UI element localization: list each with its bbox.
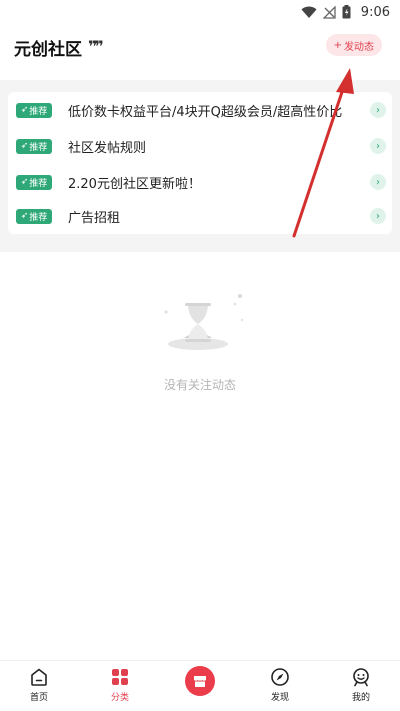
notice-card: ➶ 推荐 低价数卡权益平台/4块开Q超级会员/超高性价比 › ➶ 推荐 社区发帖规则… (8, 92, 392, 234)
chevron-right-icon[interactable]: › (370, 208, 386, 224)
rocket-icon: ➶ (20, 105, 29, 115)
nav-label: 分类 (110, 693, 129, 703)
home-icon (31, 668, 47, 686)
notice-item[interactable]: ➶ 推荐 2.20元创社区更新啦！ › (8, 164, 392, 200)
compass-icon (271, 668, 289, 686)
bottom-nav: 首页 分类 发现 我的 (0, 660, 400, 711)
notice-text: 社区发帖规则 (68, 140, 147, 156)
notice-text: 2.20元创社区更新啦！ (68, 176, 201, 192)
category-grid-icon (112, 669, 128, 685)
notice-item[interactable]: ➶ 推荐 社区发帖规则 › (8, 128, 392, 164)
nav-category[interactable]: 分类 (100, 667, 140, 709)
recommend-badge: ➶ 推荐 (16, 174, 52, 190)
status-time: 9:06 (360, 4, 390, 20)
rocket-icon: ➶ (20, 177, 29, 187)
plus-icon: + (333, 39, 342, 51)
nav-label: 首页 (29, 693, 48, 703)
notice-text: 广告招租 (68, 210, 121, 226)
recommend-badge: ➶ 推荐 (16, 138, 52, 154)
empty-state-text: 没有关注动态 (163, 378, 236, 392)
store-icon (194, 676, 206, 687)
chevron-right-icon[interactable]: › (370, 138, 386, 154)
chevron-right-icon[interactable]: › (370, 102, 386, 118)
nav-discover[interactable]: 发现 (260, 667, 300, 709)
notice-item[interactable]: ➶ 推荐 低价数卡权益平台/4块开Q超级会员/超高性价比 › (8, 92, 392, 128)
notice-item[interactable]: ➶ 推荐 广告招租 › (8, 198, 392, 234)
rocket-icon: ➶ (20, 141, 29, 151)
chevron-right-icon[interactable]: › (370, 174, 386, 190)
page-title: 元创社区 (14, 39, 82, 60)
notice-section: ➶ 推荐 低价数卡权益平台/4块开Q超级会员/超高性价比 › ➶ 推荐 社区发帖规则… (0, 80, 400, 252)
hourglass-empty-illustration (164, 294, 244, 350)
battery-icon (342, 5, 351, 19)
post-button[interactable]: + 发动态 (325, 34, 382, 56)
page-header: 元创社区 ❞❞ + 发动态 (0, 24, 400, 70)
wifi-icon (301, 6, 317, 18)
post-button-label: 发动态 (344, 41, 374, 53)
no-signal-icon (322, 5, 336, 19)
recommend-badge: ➶ 推荐 (16, 208, 52, 224)
nav-home[interactable]: 首页 (19, 667, 59, 709)
store-button[interactable] (185, 666, 215, 696)
notice-text: 低价数卡权益平台/4块开Q超级会员/超高性价比 (68, 104, 343, 120)
recommend-badge: ➶ 推荐 (16, 102, 52, 118)
profile-icon (353, 668, 369, 687)
rocket-icon: ➶ (20, 211, 29, 221)
nav-label: 发现 (270, 693, 289, 703)
nav-profile[interactable]: 我的 (341, 667, 381, 709)
status-bar: 9:06 (0, 0, 400, 24)
nav-label: 我的 (351, 693, 370, 703)
quote-icon: ❞❞ (88, 37, 104, 56)
